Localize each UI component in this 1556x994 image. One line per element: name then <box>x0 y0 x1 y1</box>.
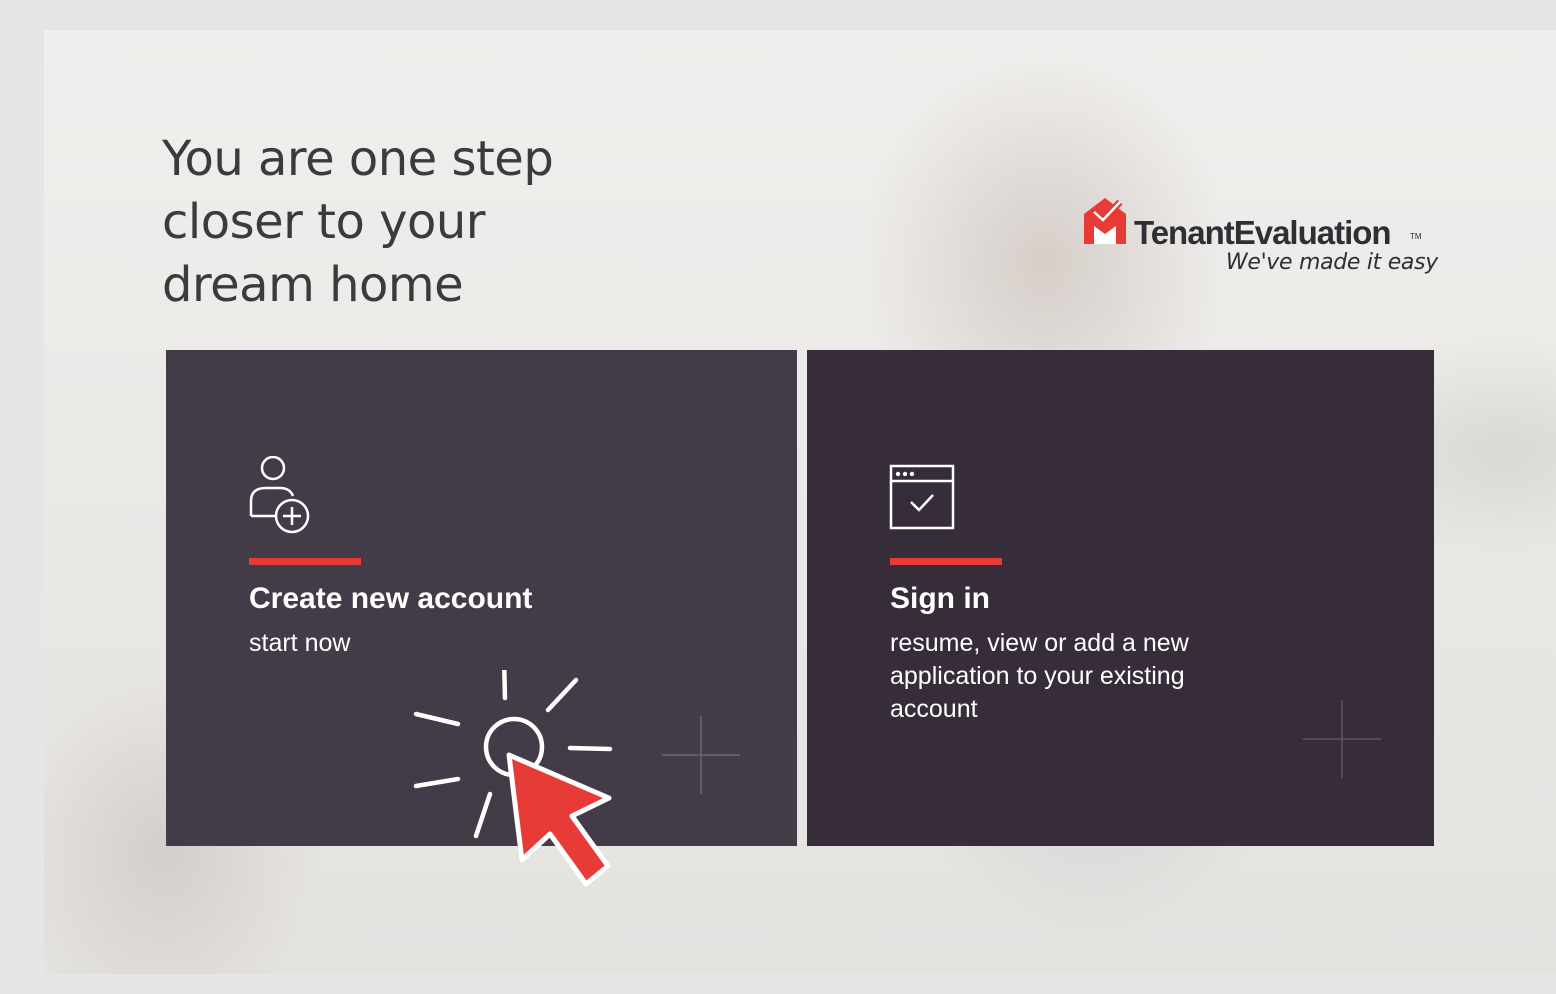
sign-in-card[interactable]: Sign in resume, view or add a new applic… <box>807 350 1434 846</box>
sign-in-title: Sign in <box>890 582 990 615</box>
trademark-symbol: TM <box>1410 232 1422 241</box>
create-account-title: Create new account <box>249 582 533 615</box>
house-check-logo-icon <box>1084 198 1126 244</box>
brand-name: TenantEvaluation <box>1134 214 1392 251</box>
browser-check-icon <box>889 464 955 530</box>
click-cursor-icon <box>413 670 613 887</box>
accent-bar <box>249 558 361 565</box>
brand-tagline: We've made it easy <box>1225 250 1438 275</box>
brand-logo: TenantEvaluation TM We've made it easy <box>1078 192 1438 284</box>
add-user-icon <box>249 456 310 534</box>
page-headline: You are one step closer to your dream ho… <box>162 131 554 313</box>
sign-in-subtitle: resume, view or add a new application to… <box>890 629 1189 723</box>
accent-bar <box>890 558 1002 565</box>
create-account-subtitle: start now <box>249 629 351 657</box>
hero-background: You are one step closer to your dream ho… <box>44 30 1556 974</box>
plus-icon <box>1303 700 1381 778</box>
